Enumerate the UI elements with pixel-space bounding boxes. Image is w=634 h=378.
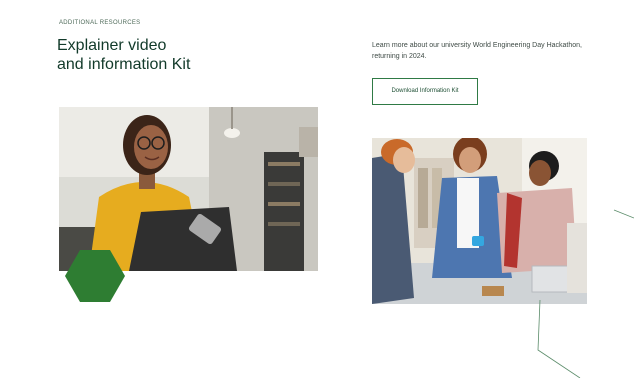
section-title: Explainer video and information Kit [57,36,257,74]
download-info-kit-button[interactable]: Download Information Kit [372,78,478,105]
student-photo-illustration [59,107,318,271]
resources-section: ADDITIONAL RESOURCES Explainer video and… [0,0,634,378]
section-title-line-1: Explainer video [57,37,167,54]
section-eyebrow: ADDITIONAL RESOURCES [59,20,141,26]
decorative-hexagon-outline [537,209,634,378]
student-photo [59,107,318,271]
section-intro-text: Learn more about our university World En… [372,42,582,60]
hexagon-decoration [65,250,125,302]
section-title-line-2: and information Kit [57,56,191,73]
